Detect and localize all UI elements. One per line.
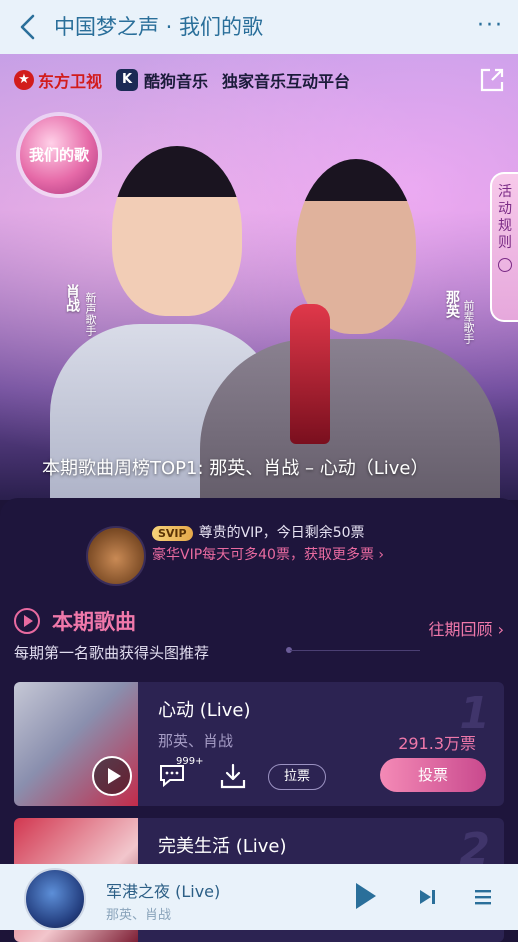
show-logo-badge: 我们的歌 xyxy=(20,116,98,194)
song-artist: 那英、肖战 xyxy=(158,732,234,750)
brand-logos: ★ 东方卫视 K 酷狗音乐 独家音乐互动平台 xyxy=(14,68,350,92)
vip-status: SVIP 尊贵的VIP，今日剩余50票 xyxy=(152,522,365,542)
play-icon[interactable] xyxy=(356,883,376,909)
back-icon[interactable] xyxy=(14,12,44,42)
singer2-name: 那英 xyxy=(444,290,460,318)
vip-remaining-votes: 尊贵的VIP，今日剩余50票 xyxy=(198,525,365,541)
singer2-role: 前辈歌手 xyxy=(462,300,475,344)
singer1-name: 肖战 xyxy=(64,284,80,312)
singer1-tag: 肖战 xyxy=(62,284,82,312)
star-icon: ★ xyxy=(14,70,34,90)
comment-count: 999+ xyxy=(176,756,204,767)
singer1-portrait xyxy=(112,146,242,316)
play-circle-icon xyxy=(14,608,40,634)
song-card[interactable]: 1 心动 (Live) 那英、肖战 291.3万票 999+ 拉票 投票 xyxy=(14,682,504,806)
dongfang-logo: ★ 东方卫视 xyxy=(14,68,102,92)
section-header: 本期歌曲 每期第一名歌曲获得头图推荐 往期回顾 › xyxy=(14,606,504,666)
singer1-role: 新声歌手 xyxy=(84,292,97,336)
player-artist: 那英、肖战 xyxy=(106,908,172,923)
section-subtitle: 每期第一名歌曲获得头图推荐 xyxy=(14,644,210,662)
microphone-image xyxy=(290,304,330,444)
platform-text: 独家音乐互动平台 xyxy=(222,72,351,91)
clock-icon xyxy=(498,258,512,272)
next-icon[interactable] xyxy=(418,888,436,906)
more-icon[interactable]: ··· xyxy=(477,15,504,37)
rules-tab-label: 活动规则 xyxy=(498,184,512,251)
page-title: 中国梦之声 · 我们的歌 xyxy=(54,15,264,39)
singer2-role-tag: 前辈歌手 xyxy=(460,300,476,344)
vote-count: 291.3万票 xyxy=(398,734,476,753)
kugou-logo-text: 酷狗音乐 xyxy=(144,72,209,91)
singer2-tag: 那英 xyxy=(442,290,462,318)
share-icon[interactable] xyxy=(478,66,506,94)
mini-player[interactable]: 军港之夜 (Live) 那英、肖战 xyxy=(0,864,518,930)
dongfang-logo-text: 东方卫视 xyxy=(38,72,103,91)
player-song-title: 军港之夜 (Live) xyxy=(106,882,221,901)
divider xyxy=(290,650,420,651)
banner-caption: 本期歌曲周榜TOP1: 那英、肖战 – 心动（Live） xyxy=(42,458,429,479)
past-episodes-link[interactable]: 往期回顾 › xyxy=(429,616,505,640)
section-title: 本期歌曲 xyxy=(52,610,136,634)
singer1-role-tag: 新声歌手 xyxy=(82,292,98,336)
kugou-logo: K 酷狗音乐 xyxy=(116,68,208,92)
song-title: 完美生活 (Live) xyxy=(158,836,287,857)
song-title: 心动 (Live) xyxy=(158,700,251,721)
hero-banner[interactable]: ★ 东方卫视 K 酷狗音乐 独家音乐互动平台 我们的歌 活动规则 肖战 新声歌手… xyxy=(0,54,518,500)
vote-button[interactable]: 投票 xyxy=(380,758,486,792)
main-panel: SVIP 尊贵的VIP，今日剩余50票 豪华VIP每天可多40票，获取更多票 › … xyxy=(0,498,518,942)
download-icon[interactable] xyxy=(218,762,248,790)
playlist-icon[interactable] xyxy=(474,888,492,906)
avatar xyxy=(86,526,146,586)
vip-upgrade-link[interactable]: 豪华VIP每天可多40票，获取更多票 › xyxy=(152,544,384,564)
top-bar: 中国梦之声 · 我们的歌 ··· xyxy=(0,0,518,54)
rules-tab[interactable]: 活动规则 xyxy=(490,172,518,322)
play-icon[interactable] xyxy=(92,756,132,796)
pull-votes-button[interactable]: 拉票 xyxy=(268,764,326,790)
svip-badge: SVIP xyxy=(152,526,193,541)
kugou-icon: K xyxy=(116,69,139,91)
player-cover[interactable] xyxy=(24,868,86,930)
